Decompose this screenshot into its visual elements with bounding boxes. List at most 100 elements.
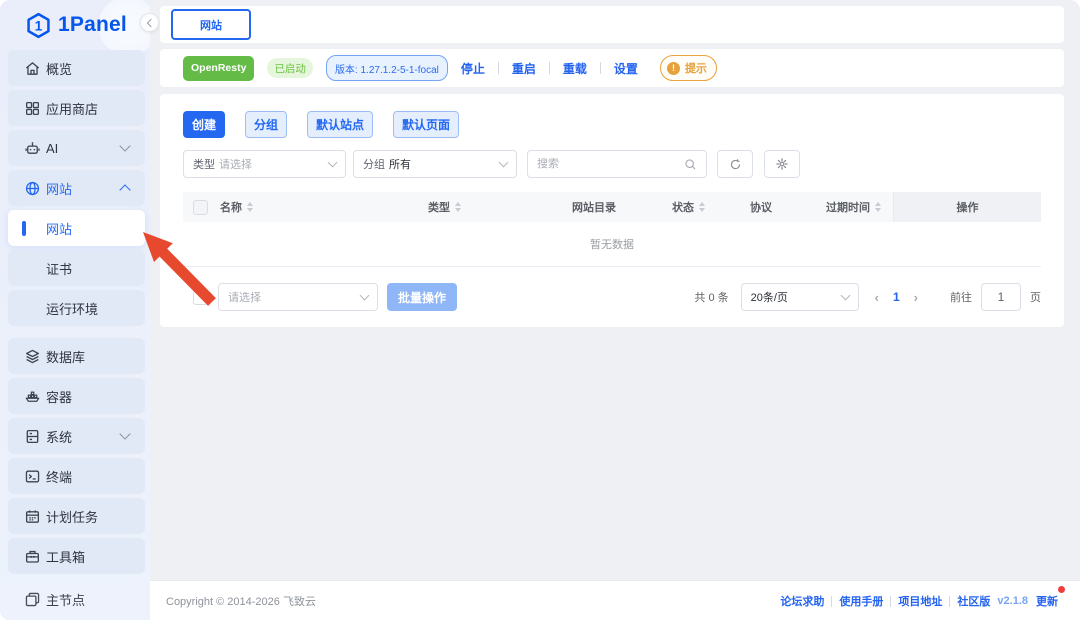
sidebar-item-website-group[interactable]: 网站: [8, 170, 145, 206]
sidebar-item-runtime[interactable]: 运行环境: [8, 290, 145, 326]
sort-icon[interactable]: [247, 202, 253, 212]
brand-name: 1Panel: [58, 13, 127, 37]
sidebar-item-toolbox[interactable]: 工具箱: [8, 538, 145, 574]
active-indicator: [22, 221, 26, 236]
restart-link[interactable]: 重启: [512, 60, 536, 77]
sidebar-item-label: AI: [46, 141, 121, 156]
sidebar-item-ai[interactable]: AI: [8, 130, 145, 166]
sidebar-item-website[interactable]: 网站: [8, 210, 145, 246]
sort-icon[interactable]: [455, 202, 461, 212]
globe-icon: [23, 179, 41, 197]
default-site-button[interactable]: 默认站点: [307, 111, 373, 138]
type-filter-select[interactable]: 类型 请选择: [183, 150, 346, 178]
system-icon: [23, 427, 41, 445]
pagination: 共 0 条 20条/页 ‹ 1 › 前往 页: [694, 283, 1041, 311]
prev-page-button[interactable]: ‹: [875, 290, 879, 305]
version-label: v2.1.8: [997, 595, 1028, 607]
tab-website[interactable]: 网站: [171, 9, 251, 40]
sidebar-item-appstore[interactable]: 应用商店: [8, 90, 145, 126]
column-header-actions: 操作: [893, 192, 1041, 222]
refresh-icon: [729, 158, 742, 171]
sidebar-item-label: 概览: [46, 59, 129, 78]
batch-checkbox[interactable]: [193, 290, 208, 305]
sidebar-item-cert[interactable]: 证书: [8, 250, 145, 286]
sidebar-item-label: 主节点: [46, 590, 129, 609]
sidebar-item-label: 数据库: [46, 347, 129, 366]
total-count: 共 0 条: [694, 289, 728, 305]
stop-link[interactable]: 停止: [461, 60, 485, 77]
column-header-dir: 网站目录: [572, 199, 672, 215]
goto-label: 前往: [950, 289, 972, 305]
next-page-button[interactable]: ›: [914, 290, 918, 305]
settings-link[interactable]: 设置: [614, 60, 638, 77]
manual-link[interactable]: 使用手册: [839, 593, 883, 609]
sidebar-item-label: 证书: [46, 259, 129, 278]
appstore-icon: [23, 99, 41, 117]
sidebar-item-database[interactable]: 数据库: [8, 338, 145, 374]
group-button[interactable]: 分组: [245, 111, 287, 138]
select-value: 20条/页: [751, 289, 788, 305]
search-icon: [684, 158, 697, 171]
column-settings-button[interactable]: [764, 150, 800, 178]
forum-link[interactable]: 论坛求助: [780, 593, 824, 609]
brand-logo[interactable]: 1 1Panel: [0, 0, 150, 50]
sidebar-item-label: 终端: [46, 467, 129, 486]
sidebar-item-label: 网站: [46, 219, 129, 238]
sort-icon[interactable]: [699, 202, 705, 212]
group-filter-select[interactable]: 分组 所有: [353, 150, 517, 178]
search-input[interactable]: [537, 158, 684, 170]
tip-badge[interactable]: ! 提示: [660, 55, 717, 81]
edition-link[interactable]: 社区版: [957, 593, 990, 609]
running-status-badge: 已启动: [267, 58, 313, 78]
column-header-name[interactable]: 名称: [220, 199, 428, 215]
chevron-down-icon: [360, 291, 370, 301]
page-size-select[interactable]: 20条/页: [741, 283, 859, 311]
sidebar-item-label: 容器: [46, 387, 129, 406]
sidebar-item-node[interactable]: 主节点: [8, 581, 145, 617]
warning-icon: !: [667, 62, 680, 75]
sort-icon[interactable]: [875, 202, 881, 212]
reload-link[interactable]: 重载: [563, 60, 587, 77]
refresh-button[interactable]: [717, 150, 753, 178]
sidebar-item-overview[interactable]: 概览: [8, 50, 145, 86]
calendar-icon: [23, 507, 41, 525]
chevron-left-icon: [146, 18, 154, 26]
column-header-status[interactable]: 状态: [672, 199, 750, 215]
batch-select[interactable]: 请选择: [218, 283, 378, 311]
sidebar-item-label: 计划任务: [46, 507, 129, 526]
chevron-up-icon: [119, 184, 130, 195]
sidebar-item-cron[interactable]: 计划任务: [8, 498, 145, 534]
sidebar-collapse-button[interactable]: [140, 13, 159, 32]
node-icon: [23, 590, 41, 608]
sidebar-item-label: 网站: [46, 179, 121, 198]
project-link[interactable]: 项目地址: [898, 593, 942, 609]
sidebar-item-terminal[interactable]: 终端: [8, 458, 145, 494]
tab-bar: 网站: [160, 6, 1064, 43]
sidebar-item-label: 工具箱: [46, 547, 129, 566]
batch-bar: 请选择 批量操作 共 0 条 20条/页 ‹ 1 › 前往: [183, 282, 1041, 312]
current-page[interactable]: 1: [893, 290, 900, 304]
divider: [831, 596, 832, 607]
column-header-expire[interactable]: 过期时间: [826, 199, 893, 215]
divider: [890, 596, 891, 607]
chevron-down-icon: [499, 158, 509, 168]
sidebar-item-label: 应用商店: [46, 99, 129, 118]
divider: [600, 62, 601, 74]
page-suffix: 页: [1030, 289, 1041, 305]
create-button[interactable]: 创建: [183, 111, 225, 138]
sidebar-item-container[interactable]: 容器: [8, 378, 145, 414]
select-label: 分组: [363, 156, 385, 172]
default-page-button[interactable]: 默认页面: [393, 111, 459, 138]
goto-page-input[interactable]: [981, 283, 1021, 311]
batch-action-button[interactable]: 批量操作: [387, 283, 457, 311]
chevron-down-icon: [119, 140, 130, 151]
filter-bar: 类型 请选择 分组 所有: [183, 150, 1041, 178]
update-link[interactable]: 更新: [1036, 593, 1058, 609]
version-badge: 版本: 1.27.1.2-5-1-focal: [326, 55, 448, 81]
select-all-checkbox[interactable]: [193, 200, 208, 215]
svg-text:1: 1: [35, 18, 43, 33]
sidebar-item-system[interactable]: 系统: [8, 418, 145, 454]
column-header-protocol: 协议: [750, 199, 826, 215]
openresty-badge[interactable]: OpenResty: [183, 56, 254, 81]
column-header-type[interactable]: 类型: [428, 199, 572, 215]
